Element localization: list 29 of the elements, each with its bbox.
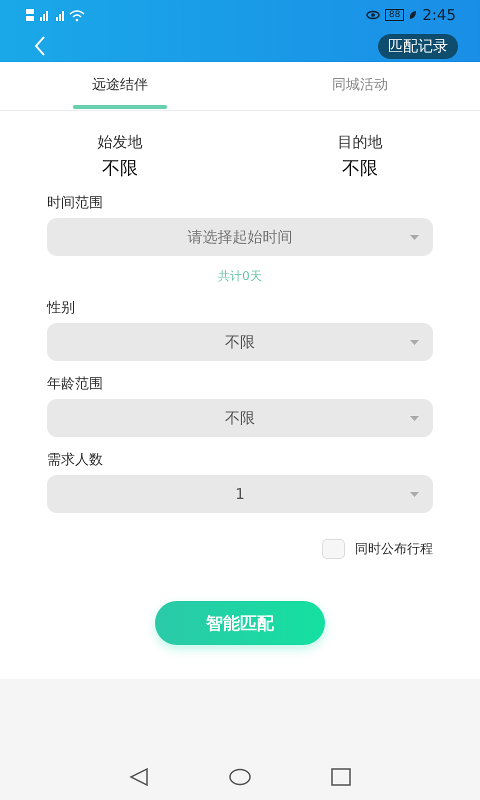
- place-label: 目的地: [338, 133, 382, 152]
- place-label: 始发地: [98, 133, 142, 152]
- place-value[interactable]: 不限: [342, 156, 378, 180]
- field-label: 需求人数: [47, 451, 104, 469]
- tab[interactable]: 同城活动: [240, 62, 480, 110]
- home-icon[interactable]: [229, 768, 251, 786]
- checkbox[interactable]: [322, 539, 345, 559]
- dropdown-field[interactable]: 1: [47, 475, 433, 513]
- field-label: 性别: [47, 299, 76, 317]
- eye-icon: [366, 10, 380, 20]
- recents-icon[interactable]: [331, 768, 351, 786]
- field-label: 时间范围: [47, 194, 104, 212]
- match-history-button[interactable]: 匹配记录: [378, 34, 458, 58]
- leaf-icon: [409, 10, 418, 20]
- clock-time: 2:45: [422, 6, 456, 24]
- place-value[interactable]: 不限: [102, 156, 138, 180]
- dropdown-field[interactable]: 不限: [47, 399, 433, 437]
- caret-icon: [410, 340, 419, 345]
- battery-level: 88: [384, 9, 404, 21]
- caret-icon: [410, 416, 419, 421]
- day-count: 共计0天: [217, 268, 263, 285]
- dropdown-field[interactable]: 不限: [47, 323, 433, 361]
- field-label: 年龄范围: [47, 375, 104, 393]
- caret-icon: [410, 492, 419, 497]
- tab[interactable]: 远途结伴: [0, 62, 240, 110]
- caret-icon: [410, 235, 419, 240]
- dropdown-field[interactable]: 请选择起始时间: [47, 218, 433, 256]
- checkbox-label: 同时公布行程: [355, 541, 433, 558]
- back-icon[interactable]: [129, 768, 149, 786]
